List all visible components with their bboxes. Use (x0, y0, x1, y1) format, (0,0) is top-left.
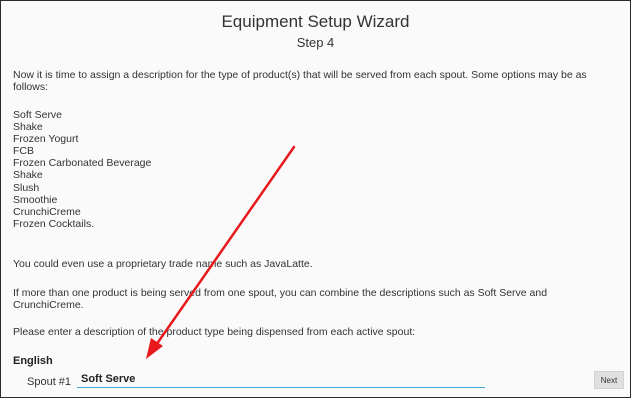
options-list: Soft Serve Shake Frozen Yogurt FCB Froze… (13, 109, 618, 230)
option-item: CrunchiCreme (13, 205, 81, 218)
option-item: Shake (13, 169, 43, 182)
spout1-label: Spout #1 (27, 376, 72, 388)
combine-note: If more than one product is being served… (13, 287, 548, 311)
option-item: Soft Serve (13, 109, 63, 121)
next-button[interactable]: Next (594, 371, 624, 389)
trade-name-note: You could even use a proprietary trade n… (13, 258, 313, 270)
wizard-step: Step 4 (296, 35, 335, 50)
option-item: Smoothie (13, 193, 58, 206)
option-item: Frozen Cocktails. (13, 217, 95, 230)
option-item: Frozen Carbonated Beverage (13, 157, 152, 170)
option-item: Shake (13, 121, 43, 134)
wizard-title: Equipment Setup Wizard (221, 12, 410, 31)
option-item: FCB (13, 145, 34, 158)
spout1-input[interactable] (77, 371, 485, 388)
wizard-screen: Equipment Setup Wizard Step 4 Now it is … (0, 0, 631, 398)
intro-text: Now it is time to assign a description f… (13, 69, 587, 93)
enter-prompt: Please enter a description of the produc… (13, 326, 416, 338)
language-label: English (13, 355, 53, 367)
option-item: Frozen Yogurt (13, 133, 79, 146)
option-item: Slush (13, 181, 40, 194)
